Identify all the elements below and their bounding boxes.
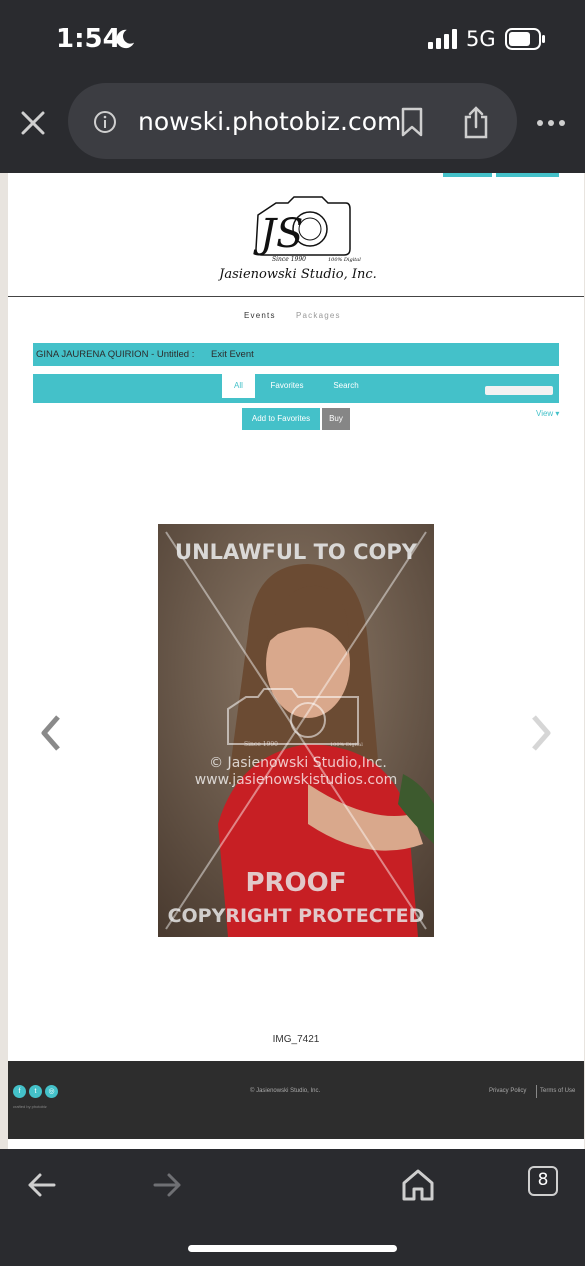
moon-icon: [116, 29, 135, 49]
studio-logo[interactable]: JS Since 1990 100% Digital Jasienowski S…: [218, 185, 378, 285]
tab-search[interactable]: Search: [323, 374, 369, 398]
proof-photo[interactable]: UNLAWFUL TO COPY Since 1990 100% Digital…: [158, 524, 434, 937]
forward-arrow-icon[interactable]: [147, 1165, 187, 1205]
watermark-proof: PROOF: [245, 868, 346, 898]
terms-of-use-link[interactable]: Terms of Use: [540, 1088, 575, 1094]
web-page: JS Since 1990 100% Digital Jasienowski S…: [0, 173, 585, 1149]
view-dropdown[interactable]: View ▾: [536, 409, 559, 418]
home-indicator: [188, 1245, 397, 1252]
watermark-url: www.jasienowskistudios.com: [195, 772, 398, 788]
header-tab[interactable]: [496, 173, 559, 177]
logo-studio-name: Jasienowski Studio, Inc.: [218, 267, 377, 282]
logo-digital: 100% Digital: [328, 257, 361, 263]
battery-icon: [505, 28, 545, 50]
facebook-icon[interactable]: f: [13, 1085, 26, 1098]
more-icon[interactable]: [536, 118, 566, 128]
exit-event-link[interactable]: Exit Event: [211, 349, 254, 360]
image-filename: IMG_7421: [272, 1034, 320, 1045]
powered-by[interactable]: crafted by photobiz: [13, 1104, 47, 1109]
tab-favorites[interactable]: Favorites: [261, 374, 313, 398]
event-bar: GINA JAURENA QUIRION - Untitled : Exit E…: [33, 343, 559, 366]
watermark-digital: 100% Digital: [330, 742, 363, 748]
logo-since: Since 1990: [272, 256, 306, 263]
footer-divider: [536, 1085, 537, 1098]
share-icon[interactable]: [462, 105, 490, 139]
site-container: JS Since 1990 100% Digital Jasienowski S…: [8, 173, 584, 1149]
search-input[interactable]: [485, 386, 553, 395]
url-text[interactable]: nowski.photobiz.com: [138, 107, 401, 136]
watermark-unlawful: UNLAWFUL TO COPY: [175, 540, 418, 564]
logo-initials: JS: [253, 211, 303, 257]
buy-button[interactable]: Buy: [322, 408, 350, 430]
site-footer: f t ◎ crafted by photobiz © Jasienowski …: [8, 1061, 584, 1139]
tabs-count-button[interactable]: 8: [528, 1166, 558, 1196]
status-time: 1:54: [56, 24, 121, 54]
network-type: 5G: [466, 27, 496, 51]
next-arrow-icon[interactable]: [526, 713, 556, 753]
close-icon[interactable]: [18, 108, 48, 138]
bookmark-icon[interactable]: [400, 107, 424, 137]
url-field[interactable]: nowski.photobiz.com: [68, 83, 517, 159]
tab-all[interactable]: All: [222, 374, 255, 398]
watermark-since: Since 1990: [244, 741, 278, 748]
twitter-icon[interactable]: t: [29, 1085, 42, 1098]
header-divider: [8, 296, 584, 297]
browser-toolbar: 8: [0, 1149, 585, 1266]
previous-arrow-icon[interactable]: [36, 713, 66, 753]
add-to-favorites-button[interactable]: Add to Favorites: [242, 408, 320, 430]
nav-packages[interactable]: Packages: [296, 311, 341, 320]
footer-copyright: © Jasienowski Studio, Inc.: [250, 1088, 321, 1094]
header-tab[interactable]: [443, 173, 492, 177]
signal-icon: [428, 29, 457, 49]
home-icon[interactable]: [398, 1165, 438, 1205]
gallery-tab-bar: All Favorites Search: [33, 374, 559, 403]
instagram-icon[interactable]: ◎: [45, 1085, 58, 1098]
back-arrow-icon[interactable]: [22, 1165, 62, 1205]
event-title: GINA JAURENA QUIRION - Untitled :: [36, 349, 195, 360]
nav-events[interactable]: Events: [244, 311, 276, 320]
privacy-policy-link[interactable]: Privacy Policy: [489, 1088, 526, 1094]
info-icon[interactable]: [93, 110, 117, 134]
watermark-copyright: © Jasienowski Studio,Inc.: [209, 755, 387, 771]
browser-address-bar: nowski.photobiz.com: [0, 80, 585, 173]
status-bar: 1:54 5G: [0, 0, 585, 80]
watermark-copyright-protected: COPYRIGHT PROTECTED: [168, 905, 425, 927]
